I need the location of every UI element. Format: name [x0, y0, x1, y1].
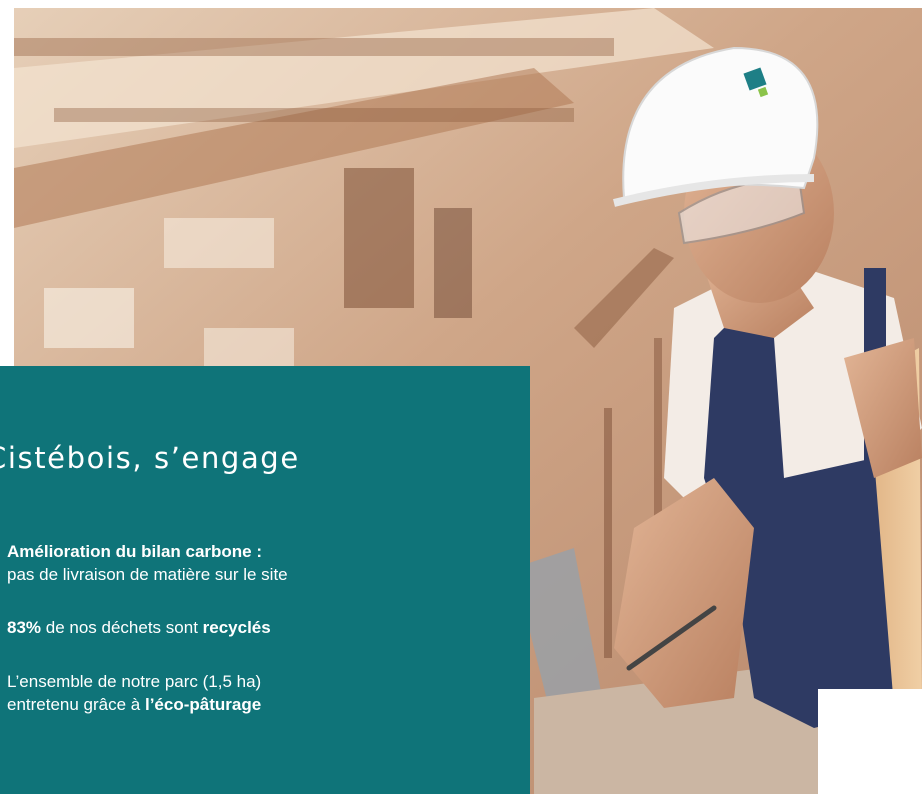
item-bold-percent: 83% — [7, 618, 42, 637]
panel-title: Cistébois, s’engage — [0, 441, 300, 475]
item-text: L’ensemble de notre parc (1,5 ha) — [7, 672, 262, 691]
commitment-panel: Cistébois, s’engage Amélioration du bila… — [0, 366, 530, 794]
white-corner-block — [818, 689, 922, 794]
item-bold-text: l’éco-pâturage — [144, 695, 262, 714]
commitment-item-eco-grazing: L’ensemble de notre parc (1,5 ha) entret… — [7, 670, 522, 716]
commitment-list: Amélioration du bilan carbone : pas de l… — [7, 540, 522, 716]
item-bold-text: Amélioration du bilan carbone : — [7, 542, 263, 561]
commitment-item-recycling: 83% de nos déchets sont recyclés — [7, 616, 522, 639]
item-text: pas de livraison de matière sur le site — [7, 565, 288, 584]
item-bold-text: recyclés — [202, 618, 271, 637]
commitment-item-carbon: Amélioration du bilan carbone : pas de l… — [7, 540, 522, 586]
item-text: de nos déchets sont — [41, 618, 203, 637]
item-text: entretenu grâce à — [7, 695, 145, 714]
